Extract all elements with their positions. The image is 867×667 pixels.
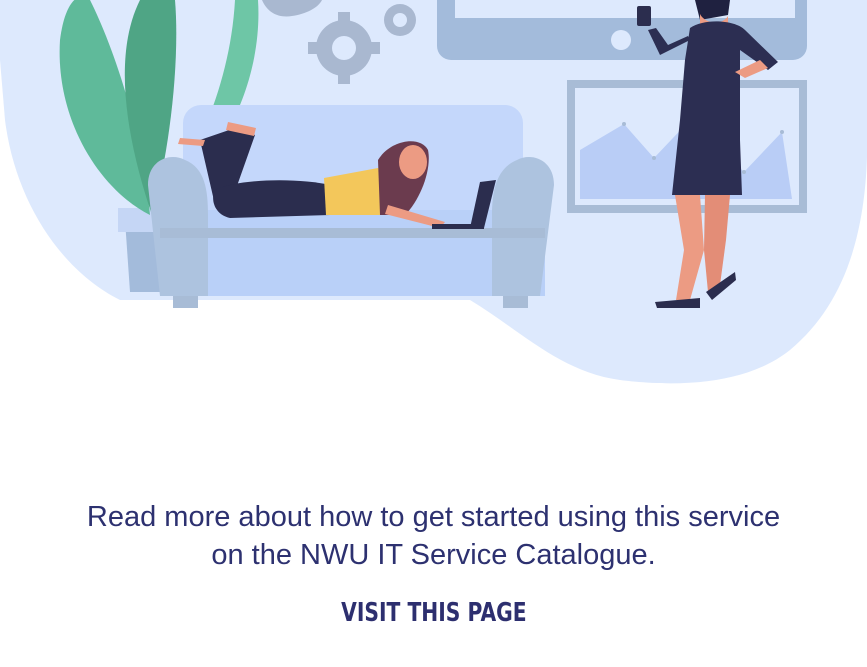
- visit-page-link[interactable]: Visit this page: [341, 598, 527, 628]
- gear-icon: [384, 4, 416, 36]
- page: Read more about how to get started using…: [0, 0, 867, 667]
- description-line-2: on the NWU IT Service Catalogue.: [211, 539, 656, 571]
- hero-illustration: [0, 0, 867, 384]
- description-line-1: Read more about how to get started using…: [86, 501, 781, 533]
- phone-icon: [637, 6, 651, 26]
- cta-container: Visit this page: [0, 598, 867, 628]
- description-text: Read more about how to get started using…: [0, 498, 867, 574]
